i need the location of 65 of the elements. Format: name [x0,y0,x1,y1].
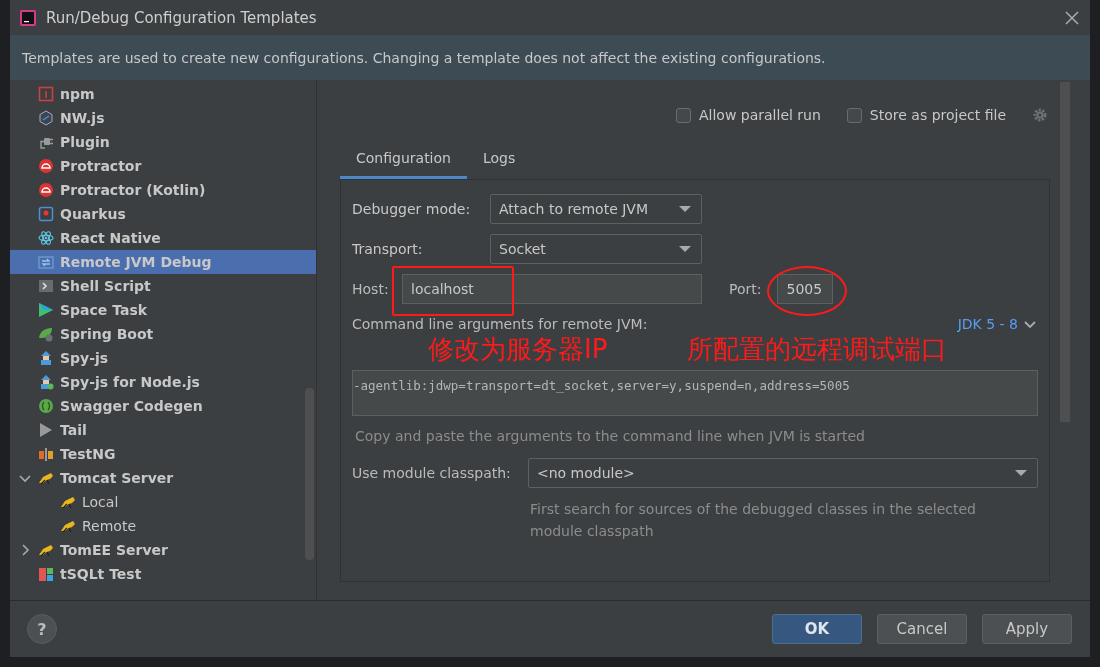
play-icon [38,422,54,438]
jdk-link[interactable]: JDK 5 - 8 [957,316,1038,332]
input-field[interactable]: localhost [402,274,702,304]
sidebar-item[interactable]: Quarkus [10,202,316,226]
leaf-icon [38,326,54,342]
field-label: Port: [729,281,762,297]
field-label: Host: [352,281,390,297]
dropdown[interactable]: Socket [490,234,702,264]
atom-icon [38,230,54,246]
field-label: Transport: [352,241,424,257]
hexagon-icon [38,110,54,126]
sidebar-item[interactable]: NW.js [10,106,316,130]
checkbox[interactable]: Allow parallel run [676,107,821,123]
close-icon [1064,9,1080,26]
dialog-button[interactable]: Cancel [877,614,967,644]
sidebar-item[interactable]: Swagger Codegen [10,394,316,418]
square-icon [38,206,54,222]
circle-icon [38,398,54,414]
sidebar-item[interactable]: Remote [10,514,316,538]
dialog-button[interactable]: Apply [982,614,1072,644]
circle-icon [38,158,54,174]
sidebar-item[interactable]: Spy-js for Node.js [10,370,316,394]
dialog-button[interactable]: OK [772,614,862,644]
sidebar-item[interactable]: Space Task [10,298,316,322]
tab[interactable]: Logs [466,142,532,179]
annotation-text: 修改为服务器IP [428,336,608,362]
square-icon [38,86,54,102]
hint-text: Copy and paste the arguments to the command line when JVM is started [355,428,866,444]
sidebar-item[interactable]: Spring Boot [10,322,316,346]
sidebar-item[interactable]: Shell Script [10,274,316,298]
sidebar-item[interactable]: npm [10,82,316,106]
app-icon [20,9,36,26]
sidebar-item[interactable]: Plugin [10,130,316,154]
field-label: Command line arguments for remote JVM: [352,316,648,332]
field-label: Use module classpath: [352,465,512,481]
annotation-text: 所配置的远程调试端口 [687,336,948,362]
circle-icon [38,182,54,198]
input-field[interactable]: 5005 [777,274,834,304]
window-title: Run/Debug Configuration Templates [46,8,318,27]
figure-icon [38,350,54,366]
field-label: Debugger mode: [352,201,472,217]
sidebar-item[interactable]: Tomcat Server [10,466,316,490]
info-banner: Templates are used to create new configurations. Changing a template does not affect the existing configurations. [10,35,1090,80]
sidebar-item[interactable]: tSQLt Test [10,562,316,586]
sidebar-item[interactable]: React Native [10,226,316,250]
sidebar-item[interactable]: Protractor [10,154,316,178]
letters-icon [38,446,54,462]
sidebar-item[interactable]: Tail [10,418,316,442]
checkbox[interactable]: Store as project file [846,107,1006,123]
gear-icon [1032,107,1048,123]
sidebar-item[interactable]: TomEE Server [10,538,316,562]
command-text-area[interactable]: -agentlib:jdwp=transport=dt_socket,server=y,suspend=n,address=5005 [352,370,1038,416]
sidebar-item[interactable]: Protractor (Kotlin) [10,178,316,202]
dropdown[interactable]: <no module> [528,458,1038,488]
figure-icon [38,374,54,390]
hint-text: First search for sources of the debugged classes in the selected module classpath [530,500,977,541]
blocks-icon [38,566,54,582]
help-button[interactable]: ? [27,614,57,644]
sidebar-item[interactable]: Local [10,490,316,514]
triangle-icon [38,302,54,318]
terminal-icon [38,278,54,294]
sidebar-item[interactable]: TestNG [10,442,316,466]
sidebar-item[interactable]: Spy-js [10,346,316,370]
dropdown[interactable]: Attach to remote JVM [490,194,702,224]
arrows-icon [38,254,54,270]
